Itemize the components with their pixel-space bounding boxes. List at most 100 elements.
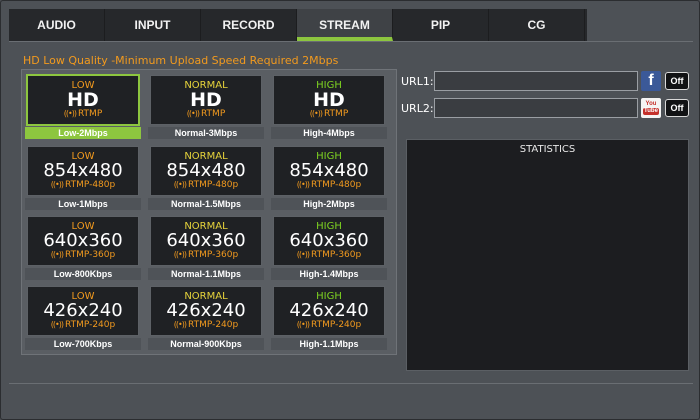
preset-preview: LOW 640x360 ((•)) RTMP-360p [27, 216, 139, 266]
url1-input[interactable] [434, 71, 638, 91]
preset-preview: HIGH HD ((•)) RTMP [273, 75, 385, 125]
preset-resolution: HD [313, 89, 345, 111]
url1-label: URL1: [401, 75, 434, 88]
preset-protocol: ((•)) RTMP-360p [297, 250, 361, 260]
url2-off-button[interactable]: Off [665, 99, 689, 117]
preset-protocol-text: RTMP-360p [187, 250, 239, 260]
broadcast-icon: ((•)) [50, 320, 64, 329]
preset-label: Low-2Mbps [25, 127, 141, 139]
tab-bar: AUDIO INPUT RECORD STREAM PIP CG [9, 9, 587, 41]
preset-protocol: ((•)) RTMP-480p [297, 180, 361, 190]
preset-grid: LOW HD ((•)) RTMP Low-2Mbps NORMAL HD ((•)) RTMP… [21, 69, 397, 355]
preset-tile[interactable]: HIGH 426x240 ((•)) RTMP-240p High-1.1Mbps [271, 284, 387, 350]
bottom-divider [9, 383, 693, 384]
preset-protocol-text: RTMP-360p [64, 250, 116, 260]
preset-protocol-text: RTMP [200, 109, 226, 119]
statistics-panel: STATISTICS [406, 139, 689, 371]
preset-protocol: ((•)) RTMP [187, 109, 226, 119]
preset-preview: HIGH 854x480 ((•)) RTMP-480p [273, 146, 385, 196]
preset-label: High-1.1Mbps [271, 338, 387, 350]
preset-protocol: ((•)) RTMP-240p [51, 320, 115, 330]
preset-protocol: ((•)) RTMP [310, 109, 349, 119]
preset-protocol: ((•)) RTMP-360p [51, 250, 115, 260]
preset-tile[interactable]: NORMAL 854x480 ((•)) RTMP-480p Normal-1.5Mbp… [148, 144, 264, 210]
preset-resolution: 426x240 [289, 300, 369, 321]
preset-protocol: ((•)) RTMP-480p [51, 180, 115, 190]
preset-label: Low-800Kbps [25, 268, 141, 280]
statistics-title: STATISTICS [519, 144, 576, 155]
preset-resolution: 426x240 [166, 300, 246, 321]
broadcast-icon: ((•)) [309, 109, 323, 118]
preset-preview: NORMAL 640x360 ((•)) RTMP-360p [150, 216, 262, 266]
preset-label: Normal-1.1Mbps [148, 268, 264, 280]
youtube-icon-text-tube: Tube [643, 108, 659, 115]
tab-record[interactable]: RECORD [201, 9, 297, 41]
preset-protocol: ((•)) RTMP-240p [297, 320, 361, 330]
preset-tile[interactable]: LOW 640x360 ((•)) RTMP-360p Low-800Kbps [25, 214, 141, 280]
preset-tile[interactable]: NORMAL 426x240 ((•)) RTMP-240p Normal-900Kbp… [148, 284, 264, 350]
preset-tile[interactable]: LOW HD ((•)) RTMP Low-2Mbps [25, 73, 141, 139]
preset-tile[interactable]: NORMAL 640x360 ((•)) RTMP-360p Normal-1.1Mbp… [148, 214, 264, 280]
preset-label: High-4Mbps [271, 127, 387, 139]
broadcast-icon: ((•)) [50, 250, 64, 259]
youtube-icon[interactable]: You Tube [641, 98, 661, 118]
preset-preview: HIGH 640x360 ((•)) RTMP-360p [273, 216, 385, 266]
preset-protocol-text: RTMP-240p [187, 320, 239, 330]
preset-protocol-text: RTMP [77, 109, 103, 119]
preset-resolution: HD [190, 89, 222, 111]
preset-preview: NORMAL 854x480 ((•)) RTMP-480p [150, 146, 262, 196]
url2-label: URL2: [401, 102, 434, 115]
tab-divider [9, 41, 693, 42]
preset-resolution: 854x480 [43, 160, 123, 181]
preset-tile[interactable]: HIGH 640x360 ((•)) RTMP-360p High-1.4Mbps [271, 214, 387, 280]
facebook-icon[interactable]: f [641, 71, 661, 91]
broadcast-icon: ((•)) [173, 320, 187, 329]
broadcast-icon: ((•)) [296, 320, 310, 329]
preset-label: Low-700Kbps [25, 338, 141, 350]
preset-preview: LOW 426x240 ((•)) RTMP-240p [27, 286, 139, 336]
tab-input[interactable]: INPUT [105, 9, 201, 41]
preset-resolution: 854x480 [289, 160, 369, 181]
broadcast-icon: ((•)) [186, 109, 200, 118]
broadcast-icon: ((•)) [50, 180, 64, 189]
broadcast-icon: ((•)) [173, 250, 187, 259]
preset-label: High-2Mbps [271, 198, 387, 210]
tab-stream[interactable]: STREAM [297, 9, 393, 41]
preset-label: Normal-3Mbps [148, 127, 264, 139]
preset-resolution: 640x360 [289, 230, 369, 251]
preset-protocol-text: RTMP-240p [310, 320, 362, 330]
preset-preview: NORMAL 426x240 ((•)) RTMP-240p [150, 286, 262, 336]
broadcast-icon: ((•)) [296, 250, 310, 259]
tab-pip[interactable]: PIP [393, 9, 489, 41]
stream-settings-window: AUDIO INPUT RECORD STREAM PIP CG HD Low … [0, 0, 700, 420]
tab-cg[interactable]: CG [489, 9, 585, 41]
url2-input[interactable] [434, 98, 638, 118]
preset-tile[interactable]: LOW 426x240 ((•)) RTMP-240p Low-700Kbps [25, 284, 141, 350]
preset-label: Low-1Mbps [25, 198, 141, 210]
preset-protocol: ((•)) RTMP [64, 109, 103, 119]
preset-tile[interactable]: LOW 854x480 ((•)) RTMP-480p Low-1Mbps [25, 144, 141, 210]
preset-protocol-text: RTMP-480p [64, 180, 116, 190]
preset-protocol: ((•)) RTMP-240p [174, 320, 238, 330]
url1-off-button[interactable]: Off [665, 72, 689, 90]
preset-protocol-text: RTMP-480p [310, 180, 362, 190]
broadcast-icon: ((•)) [173, 180, 187, 189]
preset-protocol-text: RTMP-360p [310, 250, 362, 260]
preset-label: High-1.4Mbps [271, 268, 387, 280]
preset-protocol: ((•)) RTMP-360p [174, 250, 238, 260]
preset-preview: LOW HD ((•)) RTMP [26, 74, 140, 126]
preset-label: Normal-900Kbps [148, 338, 264, 350]
preset-preview: LOW 854x480 ((•)) RTMP-480p [27, 146, 139, 196]
preset-tile[interactable]: HIGH HD ((•)) RTMP High-4Mbps [271, 73, 387, 139]
preset-protocol-text: RTMP-480p [187, 180, 239, 190]
preset-tile[interactable]: NORMAL HD ((•)) RTMP Normal-3Mbps [148, 73, 264, 139]
preset-tile[interactable]: HIGH 854x480 ((•)) RTMP-480p High-2Mbps [271, 144, 387, 210]
youtube-icon-text-you: You [645, 101, 657, 107]
preset-preview: NORMAL HD ((•)) RTMP [150, 75, 262, 125]
preset-resolution: HD [67, 89, 99, 111]
preset-resolution: 854x480 [166, 160, 246, 181]
preset-preview: HIGH 426x240 ((•)) RTMP-240p [273, 286, 385, 336]
tab-audio[interactable]: AUDIO [9, 9, 105, 41]
preset-protocol: ((•)) RTMP-480p [174, 180, 238, 190]
quality-heading: HD Low Quality -Minimum Upload Speed Req… [23, 54, 339, 67]
